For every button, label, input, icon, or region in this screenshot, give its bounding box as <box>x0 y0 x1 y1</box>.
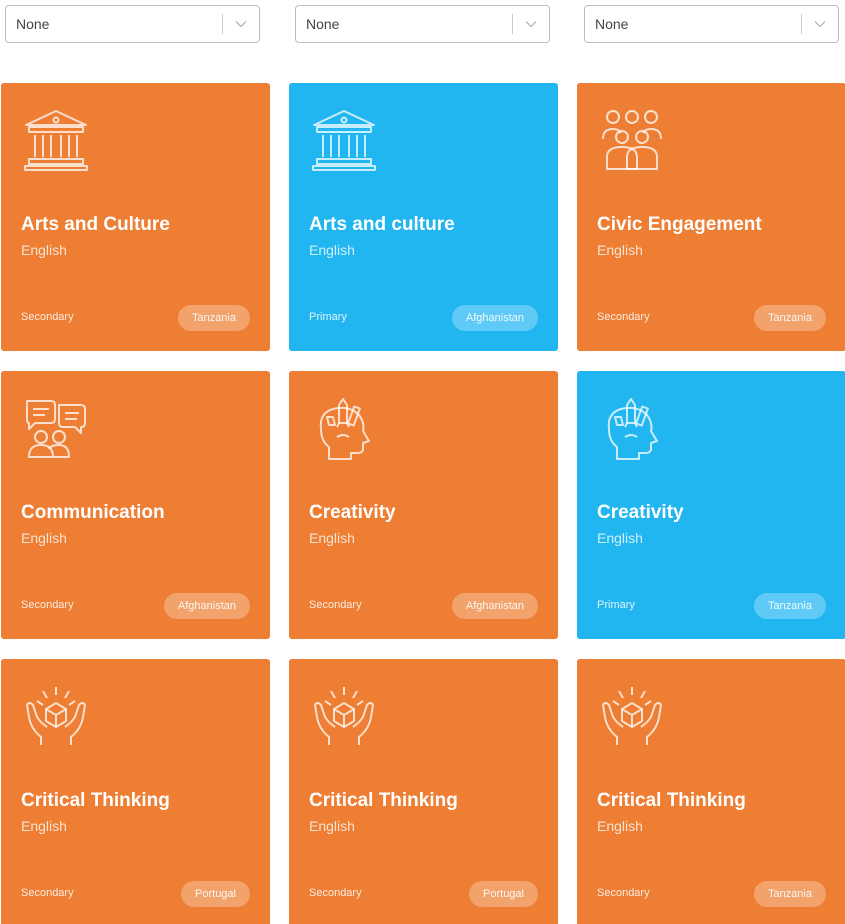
card-language: English <box>309 818 355 834</box>
card-level: Secondary <box>309 887 362 899</box>
filter-select-value: None <box>16 16 50 32</box>
filter-select-2[interactable]: None <box>295 5 550 43</box>
card-language: English <box>597 242 643 258</box>
course-card[interactable]: Critical Thinking English Secondary Tanz… <box>577 659 845 924</box>
card-title: Critical Thinking <box>597 790 746 811</box>
card-title: Arts and culture <box>309 214 455 235</box>
card-level: Secondary <box>21 311 74 323</box>
hands-gem-icon <box>309 681 379 751</box>
country-badge: Portugal <box>469 881 538 907</box>
filter-bar: None None None <box>0 5 845 43</box>
course-card[interactable]: Arts and culture English Primary Afghani… <box>289 83 558 351</box>
catalog-page: None None None Arts and Culture English … <box>0 0 845 924</box>
country-badge: Tanzania <box>753 593 826 619</box>
card-level: Secondary <box>21 599 74 611</box>
people-group-icon <box>597 105 667 175</box>
country-badge: Tanzania <box>177 305 250 331</box>
course-card[interactable]: Creativity English Secondary Afghanistan <box>289 371 558 639</box>
country-badge: Tanzania <box>753 881 826 907</box>
card-title: Communication <box>21 502 165 523</box>
hands-gem-icon <box>597 681 667 751</box>
card-language: English <box>21 242 67 258</box>
card-language: English <box>21 530 67 546</box>
course-card[interactable]: Critical Thinking English Secondary Port… <box>1 659 270 924</box>
country-badge: Portugal <box>181 881 250 907</box>
card-level: Primary <box>309 311 347 323</box>
country-badge: Afghanistan <box>163 593 250 619</box>
filter-select-value: None <box>595 16 629 32</box>
card-language: English <box>597 530 643 546</box>
card-language: English <box>309 242 355 258</box>
card-title: Civic Engagement <box>597 214 762 235</box>
chevron-down-icon[interactable] <box>223 5 259 43</box>
course-card[interactable]: Arts and Culture English Secondary Tanza… <box>1 83 270 351</box>
card-level: Secondary <box>21 887 74 899</box>
card-language: English <box>597 818 643 834</box>
card-level: Secondary <box>597 311 650 323</box>
hands-gem-icon <box>21 681 91 751</box>
filter-select-1[interactable]: None <box>5 5 260 43</box>
card-level: Secondary <box>309 599 362 611</box>
filter-select-value: None <box>306 16 340 32</box>
chevron-down-icon[interactable] <box>802 5 838 43</box>
country-badge: Afghanistan <box>451 593 538 619</box>
card-language: English <box>309 530 355 546</box>
chevron-down-icon[interactable] <box>513 5 549 43</box>
creative-head-icon <box>309 393 379 463</box>
card-language: English <box>21 818 67 834</box>
country-badge: Afghanistan <box>451 305 538 331</box>
museum-icon <box>309 105 379 175</box>
museum-icon <box>21 105 91 175</box>
speech-bubbles-icon <box>21 393 91 463</box>
card-title: Creativity <box>597 502 684 523</box>
card-title: Creativity <box>309 502 396 523</box>
card-title: Critical Thinking <box>309 790 458 811</box>
course-card[interactable]: Creativity English Primary Tanzania <box>577 371 845 639</box>
card-title: Critical Thinking <box>21 790 170 811</box>
creative-head-icon <box>597 393 667 463</box>
country-badge: Tanzania <box>753 305 826 331</box>
filter-select-3[interactable]: None <box>584 5 839 43</box>
card-title: Arts and Culture <box>21 214 170 235</box>
course-card[interactable]: Critical Thinking English Secondary Port… <box>289 659 558 924</box>
course-card[interactable]: Communication English Secondary Afghanis… <box>1 371 270 639</box>
card-level: Secondary <box>597 887 650 899</box>
card-level: Primary <box>597 599 635 611</box>
course-card[interactable]: Civic Engagement English Secondary Tanza… <box>577 83 845 351</box>
